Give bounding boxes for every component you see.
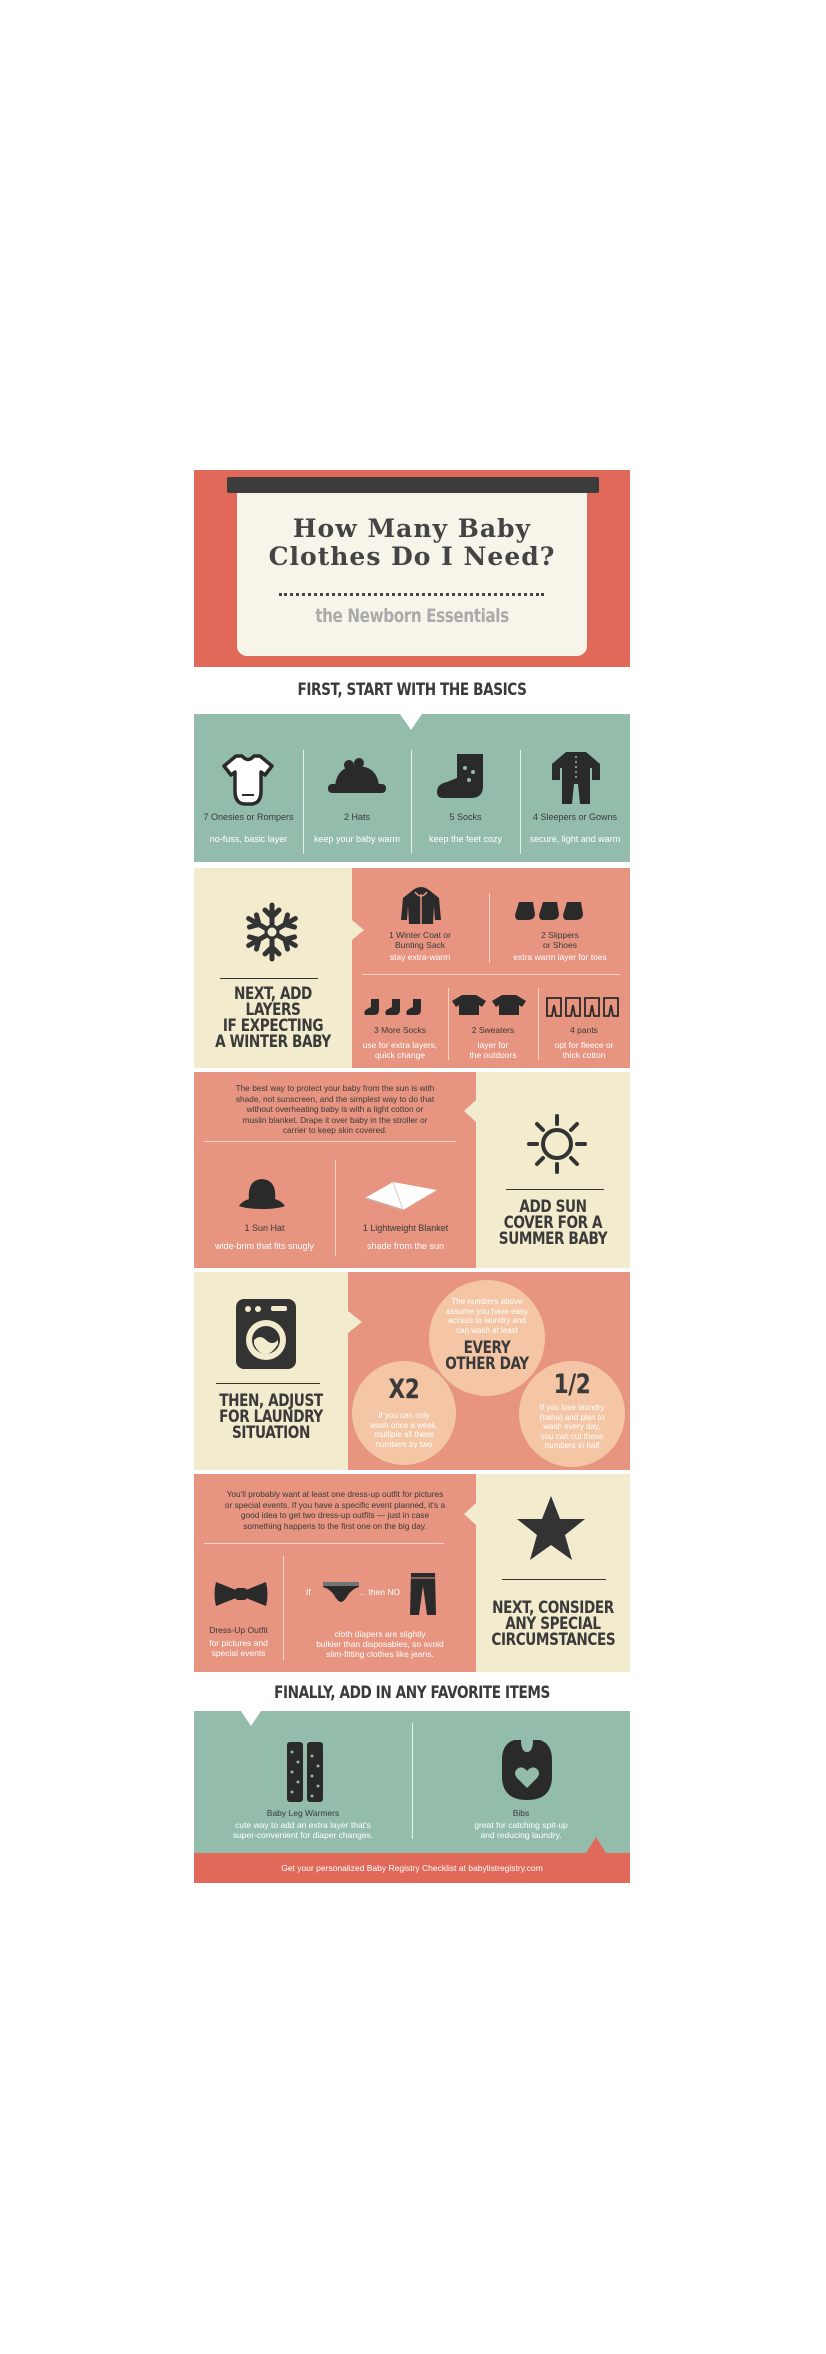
favorites-pointer bbox=[241, 1711, 261, 1726]
sleeper-icon bbox=[550, 750, 602, 808]
socks-icon bbox=[363, 998, 425, 1016]
star-icon bbox=[515, 1494, 587, 1562]
sock-icon bbox=[435, 752, 493, 802]
circle-big-text: X2 bbox=[388, 1374, 420, 1405]
circle-big-text: EVERY OTHER DAY bbox=[445, 1338, 529, 1374]
coat-icon bbox=[399, 886, 443, 926]
item-title: Dress-Up Outfit bbox=[209, 1625, 268, 1635]
snowflake-icon bbox=[242, 901, 302, 963]
item-sub: stay extra-warm bbox=[389, 952, 451, 962]
footer-pointer bbox=[586, 1837, 606, 1853]
circle-big-text: 1/2 bbox=[553, 1369, 591, 1400]
item-title: 3 More Socks bbox=[374, 1025, 426, 1035]
header-subtitle: the Newborn Essentials bbox=[315, 605, 509, 627]
item-sub: keep the feet cozy bbox=[428, 834, 503, 844]
basics-heading: FIRST, START WITH THE BASICS bbox=[297, 680, 527, 700]
item-sub: cloth diapers are slightly bulkier than d… bbox=[316, 1629, 444, 1659]
circle-text: If you love laundry (haha) and plan to was… bbox=[539, 1403, 605, 1450]
divider bbox=[220, 978, 318, 979]
header-bar bbox=[227, 477, 599, 493]
item-sub: extra warm layer for toes bbox=[513, 952, 607, 962]
pants-icon bbox=[545, 996, 621, 1018]
footer-link[interactable]: Get your personalized Baby Registry Chec… bbox=[194, 1863, 630, 1873]
divider bbox=[204, 1141, 456, 1142]
laundry-pointer bbox=[348, 1311, 362, 1333]
item-title: 1 Winter Coat or Bunting Sack bbox=[389, 930, 451, 950]
item-title: 2 Slippers or Shoes bbox=[541, 930, 579, 950]
item-sub: use for extra layers, quick change bbox=[362, 1040, 438, 1060]
item-title: 1 Sun Hat bbox=[244, 1223, 285, 1233]
blanket-icon bbox=[363, 1180, 439, 1212]
divider bbox=[204, 1543, 444, 1544]
hat-icon bbox=[325, 758, 389, 798]
favorites-heading: FINALLY, ADD IN ANY FAVORITE ITEMS bbox=[274, 1683, 550, 1703]
item-sub: layer for the outdoors bbox=[469, 1040, 517, 1060]
bow-tie-icon bbox=[214, 1580, 268, 1608]
special-heading: NEXT, CONSIDER ANY SPECIAL CIRCUMSTANCES bbox=[491, 1598, 616, 1650]
diaper-icon bbox=[322, 1581, 360, 1603]
divider bbox=[506, 1189, 604, 1190]
slippers-icon bbox=[515, 898, 591, 922]
divider bbox=[216, 1383, 320, 1384]
bib-icon bbox=[500, 1738, 554, 1802]
item-sub: for pictures and special events bbox=[209, 1638, 268, 1658]
item-title: 2 Sweaters bbox=[471, 1025, 515, 1035]
divider bbox=[362, 974, 620, 975]
circle-text: The numbers above assume you have easy acc… bbox=[446, 1297, 528, 1335]
sun-hat-icon bbox=[237, 1176, 287, 1210]
divider bbox=[502, 1579, 606, 1580]
item-title: 4 Sleepers or Gowns bbox=[532, 812, 618, 822]
dotted-divider bbox=[279, 593, 544, 596]
item-title: 7 Onesies or Rompers bbox=[203, 812, 294, 822]
item-sub: opt for fleece or thick cotton bbox=[554, 1040, 614, 1060]
item-title: Baby Leg Warmers bbox=[266, 1808, 340, 1818]
sweater-icon bbox=[452, 993, 528, 1017]
special-paragraph: You'll probably want at least one dress-… bbox=[224, 1489, 446, 1531]
item-sub: shade from the sun bbox=[366, 1241, 445, 1251]
circle-text: If you can only wash once a week, multiple… bbox=[369, 1411, 439, 1449]
summer-heading: ADD SUN COVER FOR A SUMMER BABY bbox=[498, 1197, 608, 1249]
leg-warmers-icon bbox=[285, 1740, 325, 1804]
washing-machine-icon bbox=[235, 1298, 297, 1370]
item-title: Bibs bbox=[512, 1808, 530, 1818]
if-label: If bbox=[306, 1587, 311, 1597]
item-sub: wide-brim that fits snugly bbox=[214, 1241, 315, 1251]
laundry-heading: THEN, ADJUST FOR LAUNDRY SITUATION bbox=[219, 1391, 323, 1443]
summer-paragraph: The best way to protect your baby from t… bbox=[235, 1083, 435, 1135]
item-sub: secure, light and warm bbox=[529, 834, 621, 844]
page-title: How Many Baby Clothes Do I Need? bbox=[268, 514, 556, 571]
item-title: 4 pants bbox=[570, 1025, 598, 1035]
item-sub: keep your baby warm bbox=[313, 834, 401, 844]
then-label: ... then NO bbox=[359, 1587, 401, 1597]
basics-pointer bbox=[400, 714, 422, 730]
jeans-icon bbox=[409, 1572, 437, 1616]
item-sub: no-fuss, basic layer bbox=[209, 834, 288, 844]
item-title: 5 Socks bbox=[449, 812, 482, 822]
item-title: 2 Hats bbox=[343, 812, 370, 822]
item-sub: cute way to add an extra layer that's sup… bbox=[232, 1820, 374, 1840]
sun-icon bbox=[527, 1114, 587, 1174]
item-title: 1 Lightweight Blanket bbox=[362, 1223, 449, 1233]
winter-heading: NEXT, ADD LAYERS IF EXPECTING A WINTER BAB… bbox=[215, 984, 331, 1052]
onesie-icon bbox=[222, 753, 274, 807]
